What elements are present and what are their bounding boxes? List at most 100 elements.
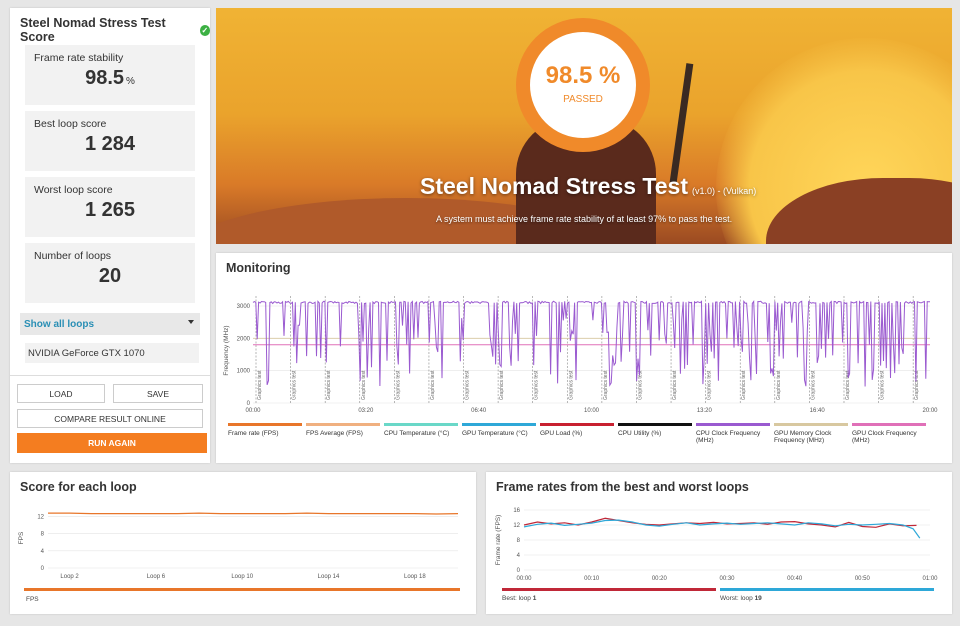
graphics-test-label: Graphics test <box>499 370 505 400</box>
legend-swatch <box>24 588 460 591</box>
run-again-button[interactable]: RUN AGAIN <box>17 433 207 453</box>
x-tick-label: Loop 6 <box>147 574 166 580</box>
legend-item[interactable]: Frame rate (FPS) <box>228 423 302 437</box>
x-tick-label: 00:00 <box>516 576 532 582</box>
legend-item[interactable]: GPU Clock Frequency (MHz) <box>852 423 926 444</box>
legend-label: CPU Utility (%) <box>618 430 662 437</box>
graphics-test-label: Graphics test <box>568 370 574 400</box>
stat-label: Best loop score <box>34 118 107 130</box>
legend-swatch <box>540 423 614 426</box>
test-description: A system must achieve frame rate stabili… <box>436 214 733 224</box>
x-tick-label: 20:00 <box>922 408 938 414</box>
score-y-label: FPS <box>18 531 25 544</box>
hero-banner: 98.5 % PASSED Steel Nomad Stress Test (v1… <box>216 8 952 244</box>
legend-swatch <box>852 423 926 426</box>
x-tick-label: 06:40 <box>471 408 487 414</box>
legend-label: FPS <box>26 596 39 603</box>
graphics-test-label: Graphics test <box>914 370 920 400</box>
graphics-test-label: Graphics test <box>326 370 332 400</box>
stat-value: 1 265 <box>84 199 136 221</box>
legend-best-prefix: Best: loop <box>502 595 533 602</box>
test-version: (v1.0) - (Vulkan) <box>692 186 757 196</box>
y-tick-label: 0 <box>41 566 45 572</box>
x-tick-label: Loop 2 <box>60 574 79 580</box>
x-tick-label: 00:10 <box>584 576 600 582</box>
score-per-loop-chart: FPS 12 8 4 0 Loop 2 Loop 6 Loop 10 Loop 14 Loop 1… <box>18 512 460 603</box>
stat-frame-rate-stability: Frame rate stability 98.5% <box>25 45 195 105</box>
y-tick-label: 4 <box>41 549 45 555</box>
monitoring-panel: Monitoring Frequency (MHz) 3000 2000 1000 0 0… <box>216 253 952 463</box>
result-badge-status: PASSED <box>563 94 603 105</box>
frames-y-label: Frame rate (FPS) <box>495 515 502 566</box>
graphics-test-label: Graphics test <box>637 370 643 400</box>
score-panel-title: Steel Nomad Stress Test Score ✓ <box>20 16 210 44</box>
graphics-test-label: Graphics test <box>741 370 747 400</box>
y-tick-label: 0 <box>247 401 251 407</box>
graphics-test-label: Graphics test <box>672 370 678 400</box>
x-tick-label: Loop 10 <box>231 574 253 580</box>
graphics-test-label: Graphics test <box>707 370 713 400</box>
check-circle-icon: ✓ <box>199 24 210 36</box>
chevron-down-icon <box>188 320 194 324</box>
legend-label: FPS Average (FPS) <box>306 430 363 437</box>
x-tick-label: 00:30 <box>719 576 735 582</box>
stat-value: 1 284 <box>84 133 136 155</box>
graphics-test-label: Graphics test <box>465 370 471 400</box>
legend-swatch <box>462 423 536 426</box>
legend-label: GPU Temperature (°C) <box>462 430 528 437</box>
y-tick-label: 16 <box>513 508 520 514</box>
x-tick-label: 00:20 <box>652 576 668 582</box>
graphics-test-label: Graphics test <box>880 370 886 400</box>
graphics-test-label: Graphics test <box>361 370 367 400</box>
legend-swatch-worst <box>720 588 934 591</box>
gpu-name: NVIDIA GeForce GTX 1070 <box>25 343 199 363</box>
stat-label: Number of loops <box>34 250 112 262</box>
graphics-test-label: Graphics test <box>810 370 816 400</box>
legend-item[interactable]: FPS Average (FPS) <box>306 423 380 437</box>
legend-item[interactable]: GPU Load (%) <box>540 423 614 437</box>
y-tick-label: 1000 <box>237 369 251 375</box>
best-loop-series <box>523 517 917 528</box>
monitoring-y-label: Frequency (MHz) <box>223 325 230 375</box>
stat-label: Worst loop score <box>34 184 113 196</box>
y-tick-label: 2000 <box>237 336 251 342</box>
legend-item[interactable]: CPU Temperature (°C) <box>384 423 458 437</box>
legend-item[interactable]: CPU Clock Frequency (MHz) <box>696 423 770 444</box>
load-button[interactable]: LOAD <box>17 384 105 403</box>
legend-label: GPU Clock Frequency (MHz) <box>852 430 917 444</box>
graphics-test-label: Graphics test <box>430 370 436 400</box>
graphics-test-label: Graphics test <box>603 370 609 400</box>
fps-per-loop-series <box>48 512 459 515</box>
cpu-clock-frequency-series <box>252 299 931 387</box>
monitoring-chart: Frequency (MHz) 3000 2000 1000 000:00 03:20 06… <box>223 296 938 414</box>
test-title: Steel Nomad Stress Test (v1.0) - (Vulkan) <box>420 173 757 199</box>
result-badge-inner: 98.5 % PASSED <box>530 32 636 138</box>
show-all-loops-dropdown[interactable]: Show all loops <box>20 313 200 335</box>
y-tick-label: 12 <box>513 523 520 529</box>
y-tick-label: 8 <box>517 538 521 544</box>
stat-worst-loop-score: Worst loop score 1 265 <box>25 177 195 237</box>
x-tick-label: 01:00 <box>922 576 938 582</box>
graphics-test-label: Graphics test <box>395 370 401 400</box>
graphics-test-label: Graphics test <box>534 370 540 400</box>
legend-worst-loop-number: 19 <box>755 595 763 602</box>
legend-item[interactable]: GPU Temperature (°C) <box>462 423 536 437</box>
divider <box>10 375 210 376</box>
save-button[interactable]: SAVE <box>113 384 203 403</box>
hero-rifle <box>669 63 694 183</box>
x-tick-label: Loop 14 <box>318 574 340 580</box>
legend-best-loop-number: 1 <box>533 595 537 602</box>
legend-label: GPU Load (%) <box>540 430 583 437</box>
stat-unit: % <box>126 76 135 87</box>
legend-item[interactable]: GPU Memory Clock Frequency (MHz) <box>774 423 848 444</box>
y-tick-label: 8 <box>41 532 45 538</box>
score-panel: Steel Nomad Stress Test Score ✓ Frame ra… <box>10 8 210 463</box>
stat-value: 20 <box>98 265 122 287</box>
legend-label: CPU Clock Frequency (MHz) <box>696 430 761 444</box>
compare-result-online-button[interactable]: COMPARE RESULT ONLINE <box>17 409 203 428</box>
x-tick-label: Loop 18 <box>404 574 426 580</box>
x-tick-label: 10:00 <box>584 408 600 414</box>
legend-swatch <box>228 423 302 426</box>
x-tick-label: 00:00 <box>245 408 261 414</box>
legend-item[interactable]: CPU Utility (%) <box>618 423 692 437</box>
